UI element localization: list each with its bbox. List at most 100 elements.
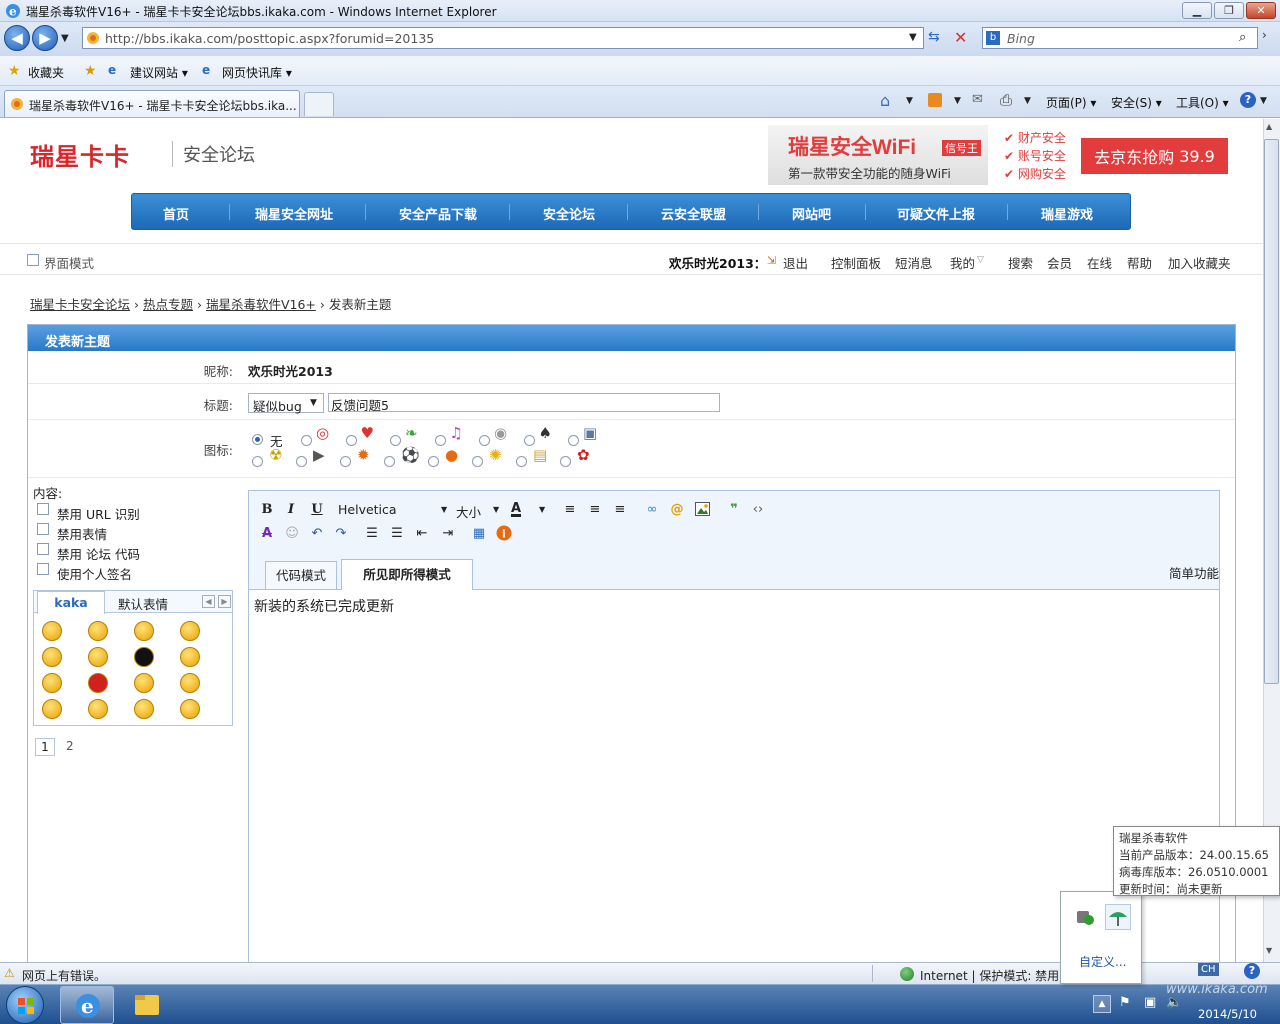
smiley-face-icon[interactable]: [180, 699, 200, 719]
bold-button[interactable]: B: [256, 499, 278, 519]
smiley-face-icon[interactable]: [42, 699, 62, 719]
redo-button[interactable]: ↷: [330, 523, 352, 543]
wysiwyg-mode-tab[interactable]: 所见即所得模式: [341, 559, 473, 590]
icon-radio[interactable]: [472, 456, 483, 467]
control-panel-link[interactable]: 控制面板: [831, 253, 881, 272]
smiley-face-icon[interactable]: [42, 673, 62, 693]
rss-feed-icon[interactable]: [928, 93, 942, 107]
underline-button[interactable]: U: [306, 499, 328, 519]
search-box[interactable]: b Bing ⌕: [982, 27, 1258, 49]
smiley-page-1[interactable]: 1: [35, 738, 55, 756]
clock-date[interactable]: 2014/5/10: [1198, 1007, 1257, 1021]
username[interactable]: 欢乐时光2013：: [669, 253, 766, 272]
address-bar[interactable]: http://bbs.ikaka.com/posttopic.aspx?foru…: [82, 27, 924, 49]
smiley-face-icon[interactable]: [42, 621, 62, 641]
icon-radio[interactable]: [252, 456, 263, 467]
smiley-next-icon[interactable]: ▶: [218, 595, 231, 608]
nav-safe-sites[interactable]: 瑞星安全网址: [255, 204, 333, 223]
editor-content-text[interactable]: 新装的系统已完成更新: [254, 596, 394, 616]
subject-type-select[interactable]: 疑似bug ▼: [248, 393, 324, 414]
web-slice-gallery-button[interactable]: 网页快讯库 ▾: [222, 64, 292, 81]
icon-radio[interactable]: [560, 456, 571, 467]
outdent-button[interactable]: ⇤: [411, 523, 433, 543]
smiley-face-icon[interactable]: [134, 699, 154, 719]
smiley-tab-kaka[interactable]: kaka: [37, 591, 105, 614]
start-button[interactable]: [6, 986, 44, 1024]
logout-link[interactable]: 退出: [783, 253, 808, 272]
option-disable-url-label[interactable]: 禁用 URL 识别: [57, 504, 140, 523]
smiley-face-icon[interactable]: [88, 647, 108, 667]
insert-link-button[interactable]: ∞: [641, 499, 663, 519]
show-hidden-icons-icon[interactable]: ▲: [1093, 995, 1111, 1013]
nav-cloud-alliance[interactable]: 云安全联盟: [661, 204, 726, 223]
address-url[interactable]: http://bbs.ikaka.com/posttopic.aspx?foru…: [105, 31, 434, 46]
align-left-button[interactable]: ≡: [559, 499, 581, 519]
breadcrumb-hot-topics[interactable]: 热点专题: [143, 297, 193, 312]
my-link[interactable]: 我的: [950, 253, 975, 272]
home-dropdown-icon[interactable]: ▼: [906, 96, 913, 106]
italic-button[interactable]: I: [280, 499, 302, 519]
option-disable-code-label[interactable]: 禁用 论坛 代码: [57, 544, 140, 563]
icon-radio[interactable]: [523, 435, 535, 446]
insert-code-button[interactable]: ‹›: [747, 499, 769, 519]
status-error-text[interactable]: 网页上有错误。: [22, 967, 106, 984]
smiley-face-icon[interactable]: [88, 621, 108, 641]
search-link[interactable]: 搜索: [1008, 253, 1033, 272]
text-color-button[interactable]: A: [505, 498, 527, 518]
smiley-face-icon[interactable]: [88, 699, 108, 719]
stop-icon[interactable]: ✕: [954, 28, 974, 48]
breadcrumb-board[interactable]: 瑞星杀毒软件V16+: [206, 297, 316, 312]
icon-radio[interactable]: [390, 435, 401, 446]
insert-email-button[interactable]: @: [666, 499, 688, 519]
insert-info-button[interactable]: i: [493, 523, 515, 543]
mail-icon[interactable]: ✉: [972, 92, 983, 107]
nav-site-bar[interactable]: 网站吧: [792, 204, 831, 223]
icon-radio[interactable]: [428, 456, 439, 467]
remove-format-button[interactable]: A: [256, 523, 278, 543]
nav-upload-suspicious[interactable]: 可疑文件上报: [897, 204, 975, 223]
print-dropdown-icon[interactable]: ▼: [1024, 96, 1031, 106]
ordered-list-button[interactable]: ☰: [361, 523, 383, 543]
address-dropdown-icon[interactable]: ▼: [909, 32, 917, 43]
language-help-icon[interactable]: ?: [1244, 963, 1260, 979]
unordered-list-button[interactable]: ☰: [386, 523, 408, 543]
font-family-select[interactable]: Helvetica ▼: [333, 499, 451, 519]
online-link[interactable]: 在线: [1087, 253, 1112, 272]
align-right-button[interactable]: ≡: [609, 499, 631, 519]
smiley-face-icon[interactable]: [180, 673, 200, 693]
insert-smiley-button[interactable]: ☺: [281, 523, 303, 543]
smiley-prev-icon[interactable]: ◀: [202, 595, 215, 608]
tools-menu[interactable]: 工具(O) ▾: [1176, 94, 1229, 111]
simple-mode-link[interactable]: 简单功能: [1169, 563, 1219, 582]
mode-checkbox[interactable]: [27, 254, 39, 266]
smiley-face-icon[interactable]: [180, 647, 200, 667]
icon-radio[interactable]: [568, 435, 579, 446]
smiley-face-icon[interactable]: [42, 647, 62, 667]
option-disable-smiley-label[interactable]: 禁用表情: [57, 524, 107, 543]
members-link[interactable]: 会员: [1047, 253, 1072, 272]
maximize-button[interactable]: ❐: [1214, 2, 1244, 19]
my-dropdown-icon[interactable]: ▽: [977, 255, 984, 265]
nav-home[interactable]: 首页: [163, 204, 189, 223]
help-link[interactable]: 帮助: [1127, 253, 1152, 272]
breadcrumb-forum-home[interactable]: 瑞星卡卡安全论坛: [30, 297, 130, 312]
icon-radio[interactable]: [296, 456, 307, 467]
smiley-face-icon[interactable]: [180, 621, 200, 641]
smiley-face-icon[interactable]: [88, 673, 108, 693]
smiley-face-icon[interactable]: [134, 673, 154, 693]
insert-image-button[interactable]: [691, 499, 713, 519]
add-favorite-link[interactable]: 加入收藏夹: [1168, 253, 1231, 272]
ad-banner[interactable]: 瑞星安全WiFi 信号王 第一款带安全功能的随身WiFi ✔ 财产安全 ✔ 账号…: [768, 125, 1228, 185]
minimize-button[interactable]: ▁: [1182, 2, 1212, 19]
search-placeholder[interactable]: Bing: [1007, 31, 1035, 46]
tray-shield-icon[interactable]: [1074, 906, 1096, 928]
nav-forum[interactable]: 安全论坛: [543, 204, 595, 223]
network-icon[interactable]: ▣: [1144, 995, 1156, 1010]
align-center-button[interactable]: ≡: [584, 499, 606, 519]
interface-mode-label[interactable]: 界面模式: [44, 253, 94, 272]
icon-radio[interactable]: [301, 435, 312, 446]
icon-radio[interactable]: [340, 456, 351, 467]
scroll-up-icon[interactable]: ▲: [1266, 122, 1272, 131]
icon-radio[interactable]: [516, 456, 527, 467]
help-icon[interactable]: ?: [1240, 92, 1256, 108]
